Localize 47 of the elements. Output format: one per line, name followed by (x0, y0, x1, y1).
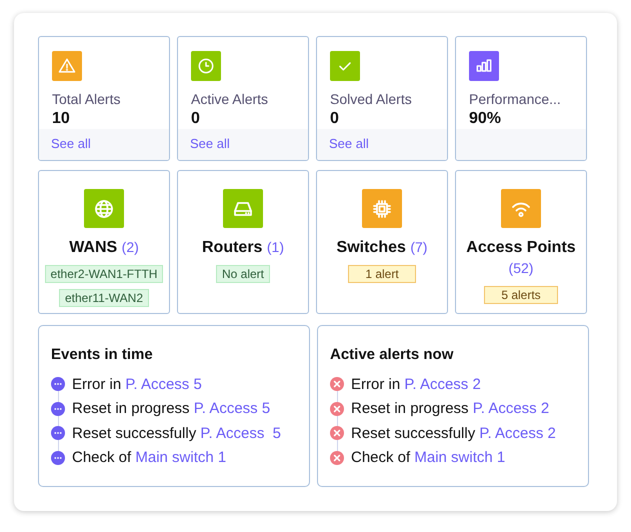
more-icon (51, 377, 65, 392)
panel-title: Events in time (51, 346, 153, 363)
stat-label: Active Alerts (191, 91, 268, 107)
see-all-link[interactable]: See all (190, 136, 230, 151)
status-tag: ether2-WAN1-FTTH (44, 264, 164, 283)
event-text: Check of Main switch 1 (72, 449, 226, 466)
device-title: Access Points (52) (465, 238, 577, 278)
device-link[interactable]: P. Access 2 (404, 376, 481, 393)
device-link[interactable]: P. Access 5 (200, 424, 281, 442)
event-text: Reset in progress P. Access 5 (72, 400, 270, 418)
device-link[interactable]: P. Access 5 (194, 400, 270, 418)
device-link[interactable]: P. Access 2 (472, 400, 550, 418)
device-link[interactable]: P. Access 2 (479, 424, 556, 442)
stat-value: 0 (191, 110, 201, 128)
event-text: Error in P. Access 2 (351, 376, 481, 393)
see-all-link[interactable]: See all (329, 136, 369, 151)
status-tag: No alert (216, 264, 270, 283)
error-icon (330, 426, 344, 440)
status-tag: ether11-WAN2 (58, 288, 150, 307)
event-text: Check of Main switch 1 (351, 449, 506, 466)
device-link[interactable]: P. Access 5 (125, 376, 202, 393)
error-icon (330, 402, 344, 416)
event-text: Reset successfully P. Access 5 (72, 424, 281, 442)
device-link[interactable]: Main switch 1 (414, 449, 506, 466)
more-icon (51, 402, 65, 416)
stat-value: 90% (469, 110, 502, 128)
device-title: Routers (1) (200, 238, 286, 258)
clock-icon (196, 56, 216, 76)
stat-label: Solved Alerts (330, 91, 412, 107)
status-tag: 1 alert (348, 264, 416, 283)
error-icon (330, 377, 344, 392)
device-title: Switches (7) (336, 238, 428, 258)
event-text: Error in P. Access 5 (72, 376, 202, 393)
stat-value: 10 (52, 110, 71, 128)
event-text: Reset successfully P. Access 2 (351, 424, 556, 442)
status-tag: 5 alerts (484, 286, 558, 304)
stat-label: Total Alerts (52, 91, 120, 107)
more-icon (51, 450, 65, 465)
event-text: Reset in progress P. Access 2 (351, 400, 550, 418)
more-icon (51, 426, 65, 440)
device-title: WANS (2) (68, 238, 140, 258)
stat-value: 0 (330, 110, 340, 128)
stat-label: Performance... (469, 91, 561, 107)
panel-title: Active alerts now (330, 346, 454, 363)
error-icon (330, 450, 344, 465)
device-link[interactable]: Main switch 1 (135, 449, 226, 466)
see-all-link[interactable]: See all (51, 136, 91, 151)
